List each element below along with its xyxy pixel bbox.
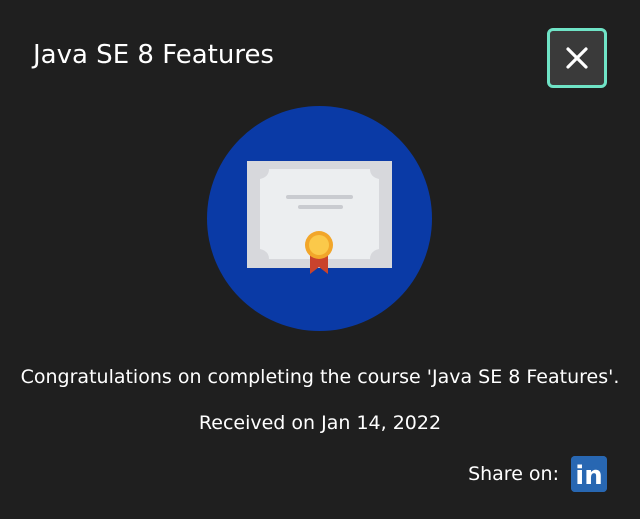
close-icon — [566, 47, 588, 69]
close-button[interactable] — [547, 28, 607, 88]
received-date: Received on Jan 14, 2022 — [198, 412, 442, 434]
linkedin-icon: in — [571, 456, 607, 492]
congratulations-message: Congratulations on completing the course… — [20, 366, 620, 388]
linkedin-text: in — [575, 461, 602, 491]
dialog-title: Java SE 8 Features — [33, 40, 274, 70]
certificate-icon — [207, 106, 432, 331]
linkedin-share-button[interactable]: in — [571, 456, 607, 492]
certificate-dialog: Java SE 8 Features Congratulations on co… — [0, 0, 640, 519]
share-row: Share on: in — [468, 456, 607, 492]
share-label: Share on: — [468, 463, 559, 485]
